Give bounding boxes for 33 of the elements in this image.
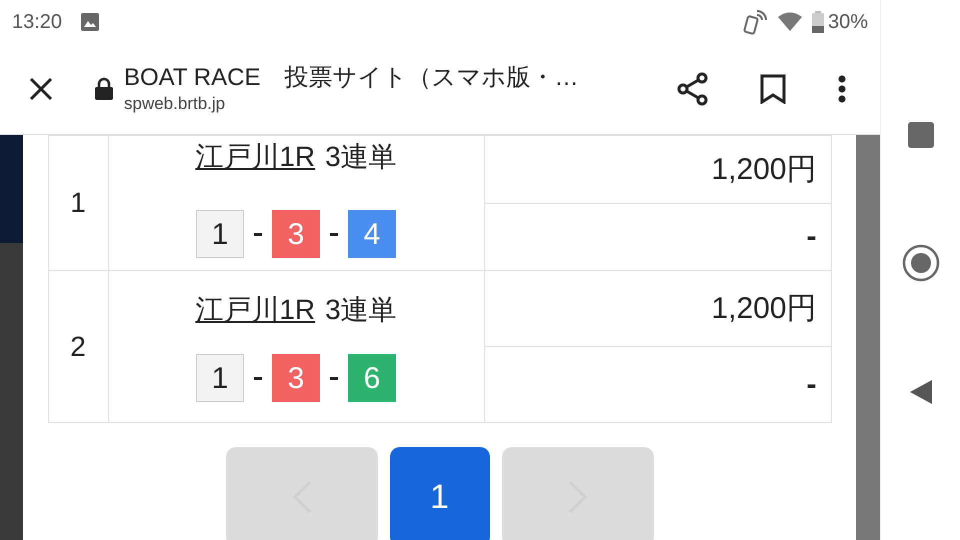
- recents-icon[interactable]: [908, 122, 934, 148]
- bet-type: 3連単: [325, 140, 397, 174]
- race-link[interactable]: 江戸川1R: [195, 136, 316, 178]
- race-link[interactable]: 江戸川1R: [195, 288, 316, 331]
- bet-amount: 1,200円: [484, 136, 830, 204]
- payout-value: -: [806, 219, 818, 256]
- bookmark-icon[interactable]: [760, 74, 786, 104]
- page-url: spweb.brtb.jp: [124, 92, 226, 114]
- home-icon[interactable]: [902, 244, 940, 282]
- lock-icon: [94, 76, 114, 100]
- bet-amount: 1,200円: [484, 271, 830, 347]
- payout-value: -: [806, 367, 818, 403]
- share-icon[interactable]: [676, 72, 710, 106]
- row-number: 1: [48, 136, 108, 270]
- boat-number: 3: [272, 210, 320, 258]
- battery-icon: [812, 10, 824, 32]
- page-title: BOAT RACE 投票サイト（スマホ版・…: [124, 62, 578, 92]
- boat-number: 6: [348, 354, 396, 402]
- clock: 13:20: [12, 10, 62, 34]
- battery-level: 30%: [828, 10, 868, 34]
- boat-number: 1: [196, 210, 244, 258]
- boat-number: 1: [196, 354, 244, 402]
- image-icon: [80, 12, 100, 32]
- nfc-phone-icon: [742, 8, 768, 34]
- row-number: 2: [48, 271, 108, 422]
- back-icon[interactable]: [908, 378, 934, 406]
- bet-type: 3連単: [325, 292, 397, 327]
- more-options-icon[interactable]: [838, 74, 846, 102]
- page-button[interactable]: 1: [390, 447, 490, 540]
- boat-number: 4: [348, 210, 396, 258]
- wifi-icon: [778, 12, 802, 32]
- boat-number: 3: [272, 354, 320, 402]
- close-icon[interactable]: [28, 76, 54, 102]
